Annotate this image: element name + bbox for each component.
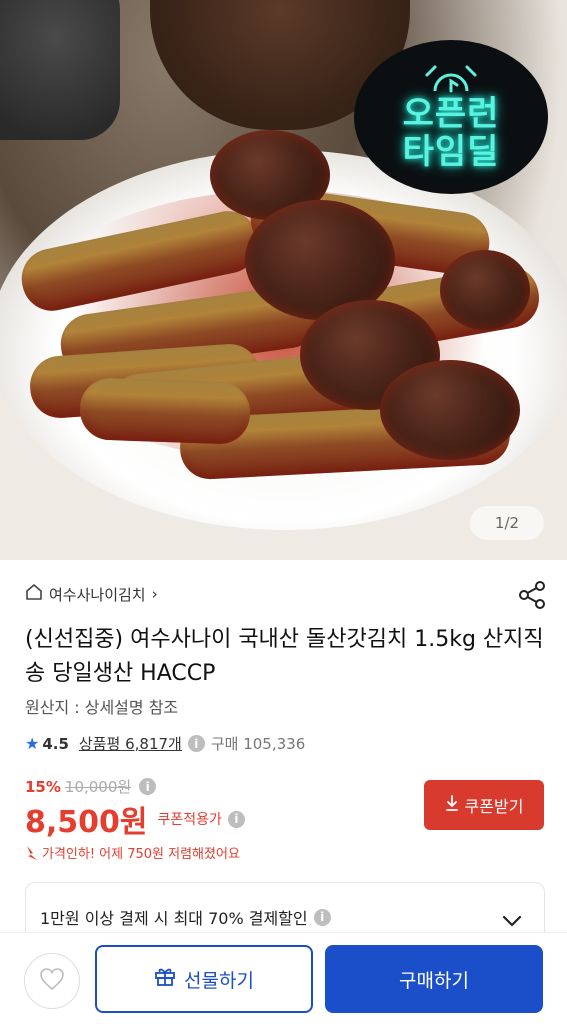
buy-label: 구매하기 [399, 970, 469, 992]
discount-row: 15% 10,000원 i [25, 776, 162, 797]
original-price: 10,000원 [64, 778, 132, 796]
info-icon[interactable]: i [227, 810, 245, 828]
home-icon [25, 583, 43, 605]
alarm-clock-icon [421, 63, 481, 93]
store-name: 여수사나이김치 [49, 585, 146, 604]
payment-discount-text: 1만원 이상 결제 시 최대 70% 결제할인 [40, 909, 308, 928]
gift-icon [154, 965, 176, 993]
final-price: 8,500원 [25, 805, 148, 840]
price-drop-notice: 가격인하! 어제 750원 저렴해졌어요 [25, 843, 240, 862]
discount-percent: 15% [25, 777, 61, 796]
bottom-action-bar: 선물하기 구매하기 [0, 932, 567, 1024]
purchase-count: 구매 105,336 [210, 735, 306, 753]
share-icon[interactable] [518, 580, 548, 610]
info-icon[interactable]: i [139, 778, 157, 795]
get-coupon-label: 쿠폰받기 [464, 799, 524, 816]
product-origin: 원산지 : 상세설명 참조 [25, 698, 179, 717]
chevron-down-icon[interactable] [502, 913, 522, 927]
download-icon [445, 794, 459, 816]
product-title: (신선집중) 여수사나이 국내산 돌산갓김치 1.5kg 산지직송 당일생산 H… [25, 627, 544, 686]
badge-line-2: 타임딜 [402, 132, 500, 172]
gift-label: 선물하기 [184, 970, 254, 992]
price-drop-text: 가격인하! 어제 750원 저렴해졌어요 [42, 847, 240, 862]
heart-icon [39, 967, 65, 995]
store-chevron: › [151, 585, 158, 603]
get-coupon-button[interactable]: 쿠폰받기 [424, 780, 544, 830]
product-image[interactable]: 오픈런 타임딜 1/2 [0, 0, 567, 560]
price-drop-arrow-icon [25, 845, 39, 861]
info-icon[interactable]: i [313, 908, 331, 926]
rating-score: 4.5 [42, 734, 69, 753]
background-pot [0, 0, 120, 140]
open-run-timedeal-badge: 오픈런 타임딜 [356, 42, 546, 192]
badge-line-1: 오픈런 [402, 94, 500, 134]
store-link[interactable]: 여수사나이김치 › [25, 583, 158, 605]
payment-discount-row: 1만원 이상 결제 시 최대 70% 결제할인 i [40, 905, 337, 929]
rating-row: ★ 4.5 상품평 6,817개 i 구매 105,336 [25, 733, 305, 754]
review-link[interactable]: 상품평 6,817개 [79, 733, 182, 754]
star-icon: ★ [25, 734, 40, 753]
info-icon[interactable]: i [187, 735, 205, 752]
wishlist-button[interactable] [24, 953, 80, 1009]
image-pager: 1/2 [470, 506, 544, 540]
coupon-applied-label: 쿠폰적용가 [157, 812, 222, 828]
buy-button[interactable]: 구매하기 [325, 945, 543, 1013]
gift-button[interactable]: 선물하기 [95, 945, 313, 1013]
price-row: 8,500원 쿠폰적용가 i [25, 797, 251, 841]
